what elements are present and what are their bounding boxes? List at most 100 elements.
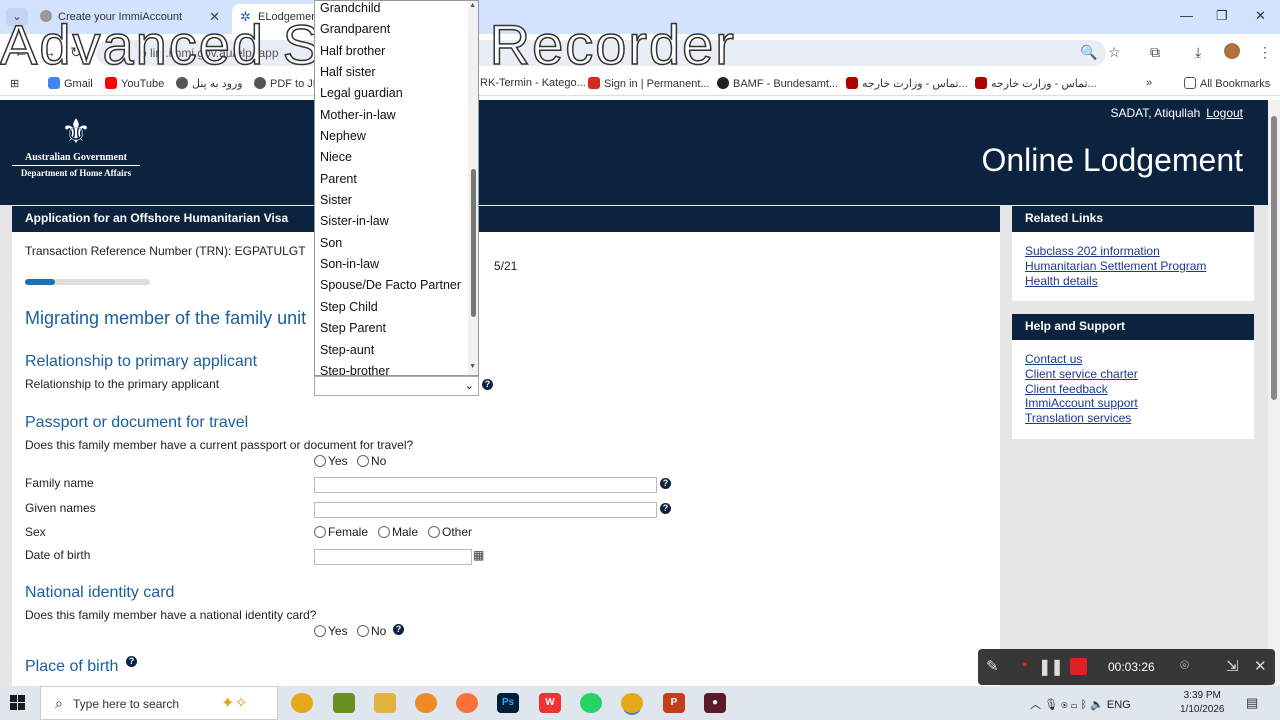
microphone-icon[interactable]: 🎙	[1044, 699, 1058, 711]
sex-other-radio[interactable]: Other	[428, 525, 472, 539]
camera-icon[interactable]: ⌾	[1180, 657, 1189, 674]
network-icon[interactable]: ◉	[1061, 699, 1068, 711]
passport-yes-radio[interactable]: Yes	[314, 454, 348, 468]
nid-no-radio[interactable]: No	[357, 624, 386, 638]
avatar[interactable]	[1224, 43, 1240, 59]
link-humanitarian-settlement[interactable]: Humanitarian Settlement Program	[1025, 259, 1241, 274]
forward-icon[interactable]: →	[42, 44, 56, 60]
help-icon[interactable]: ?	[482, 379, 493, 390]
bookmark-mfa-1[interactable]: تماس - وزارت خارجه...	[846, 77, 968, 90]
zoom-icon[interactable]: 🔍	[1080, 44, 1097, 61]
chrome-active-icon[interactable]	[621, 693, 643, 713]
extensions-icon[interactable]: ⧉	[1150, 44, 1160, 61]
dropdown-option[interactable]: Nephew	[315, 129, 478, 150]
link-client-feedback[interactable]: Client feedback	[1025, 382, 1241, 397]
taskbar-search-input[interactable]: ⌕ Type here to search ✦✧	[40, 686, 278, 720]
notification-icon[interactable]: ▤	[1246, 695, 1258, 711]
scroll-down-icon[interactable]: ▼	[469, 363, 476, 370]
bookmark-panel[interactable]: ورود به پنل	[176, 77, 243, 90]
battery-icon[interactable]: ▭	[1071, 699, 1078, 711]
back-icon[interactable]: ←	[14, 44, 28, 60]
scroll-up-icon[interactable]: ▲	[469, 2, 476, 9]
relationship-select[interactable]: ⌄	[314, 376, 479, 396]
photoshop-icon[interactable]: Ps	[497, 693, 519, 713]
help-icon[interactable]: ?	[126, 656, 137, 667]
reload-icon[interactable]: ↻	[70, 44, 82, 61]
page-scrollbar[interactable]	[1268, 100, 1280, 688]
dropdown-option[interactable]: Step Child	[315, 300, 478, 321]
dob-field[interactable]	[314, 549, 472, 565]
dropdown-option[interactable]: Grandparent	[315, 22, 478, 43]
calendar-icon[interactable]: ▦	[473, 548, 484, 562]
download-icon[interactable]: ⤓	[1195, 44, 1201, 61]
language-indicator[interactable]: ENG	[1107, 699, 1131, 711]
menu-icon[interactable]: ⋮	[1258, 44, 1272, 61]
dropdown-option[interactable]: Son	[315, 236, 478, 257]
apps-icon[interactable]: ⊞	[10, 77, 19, 90]
sex-female-radio[interactable]: Female	[314, 525, 368, 539]
star-icon[interactable]: ☆	[1108, 44, 1121, 61]
close-window-icon[interactable]: ✕	[1255, 8, 1266, 24]
wps-icon[interactable]: W	[539, 693, 561, 713]
link-client-service-charter[interactable]: Client service charter	[1025, 367, 1241, 382]
windows-start-icon[interactable]	[10, 695, 26, 711]
dropdown-option[interactable]: Step-brother	[315, 364, 478, 375]
relationship-dropdown-list[interactable]: Grandchild Grandparent Half brother Half si…	[314, 0, 479, 376]
stop-icon[interactable]	[1070, 658, 1087, 675]
dropdown-scrollbar[interactable]: ▲ ▼	[468, 1, 478, 375]
chevron-up-icon[interactable]: ︿	[1030, 699, 1041, 711]
nid-yes-radio[interactable]: Yes	[314, 624, 348, 638]
chrome-icon[interactable]	[291, 693, 313, 713]
logout-link[interactable]: Logout	[1206, 106, 1243, 120]
bookmark-all-bookmarks[interactable]: All Bookmarks	[1184, 77, 1270, 90]
help-icon[interactable]: ?	[660, 478, 671, 489]
help-icon[interactable]: ?	[660, 503, 671, 514]
app-icon[interactable]	[415, 693, 437, 713]
dropdown-option[interactable]: Sister	[315, 193, 478, 214]
tab-create-immiaccount[interactable]: Create your ImmiAccount ✕	[32, 4, 228, 34]
dropdown-option[interactable]: Step-aunt	[315, 343, 478, 364]
dropdown-option[interactable]: Mother-in-law	[315, 108, 478, 129]
bookmark-pdf-to-jp[interactable]: PDF to JP	[254, 77, 320, 90]
firefox-icon[interactable]	[456, 693, 478, 713]
close-icon[interactable]: ✕	[1254, 657, 1267, 675]
dropdown-option[interactable]: Grandchild	[315, 1, 478, 22]
bookmark-permanent[interactable]: Sign in | Permanent...	[588, 77, 710, 90]
dropdown-option[interactable]: Step Parent	[315, 321, 478, 342]
minimize-icon[interactable]: —	[1180, 8, 1193, 23]
recorder-app-icon[interactable]: ●	[704, 693, 726, 713]
given-names-field[interactable]	[314, 502, 657, 518]
link-health-details[interactable]: Health details	[1025, 274, 1241, 289]
volume-icon[interactable]: 🔈	[1090, 699, 1104, 711]
bookmark-bamf[interactable]: BAMF - Bundesamt...	[717, 77, 838, 90]
app-icon[interactable]	[333, 693, 355, 713]
sex-male-radio[interactable]: Male	[378, 525, 418, 539]
bookmark-rk-termin[interactable]: RK-Termin - Katego...	[480, 77, 586, 89]
passport-no-radio[interactable]: No	[357, 454, 386, 468]
pause-icon[interactable]: ❚❚	[1038, 657, 1064, 677]
dropdown-option[interactable]: Half sister	[315, 65, 478, 86]
dropdown-option[interactable]: Sister-in-law	[315, 214, 478, 235]
link-translation-services[interactable]: Translation services	[1025, 411, 1241, 426]
powerpoint-icon[interactable]: P	[663, 693, 685, 713]
whatsapp-icon[interactable]	[580, 693, 602, 713]
dropdown-option[interactable]: Half brother	[315, 44, 478, 65]
restore-icon[interactable]: ❐	[1216, 8, 1228, 24]
dropdown-option[interactable]: Legal guardian	[315, 86, 478, 107]
dropdown-option[interactable]: Niece	[315, 150, 478, 171]
link-subclass-202[interactable]: Subclass 202 information	[1025, 244, 1241, 259]
help-icon[interactable]: ?	[393, 624, 404, 635]
tab-elodgement[interactable]: ✲ ELodgement	[232, 4, 322, 34]
clock[interactable]: 3:39 PM 1/10/2026	[1180, 689, 1225, 717]
link-immiaccount-support[interactable]: ImmiAccount support	[1025, 396, 1241, 411]
url-input[interactable]: o lin .immi.gov.au/elp/ app	[96, 40, 1106, 66]
link-contact-us[interactable]: Contact us	[1025, 352, 1241, 367]
dropdown-option[interactable]: Spouse/De Facto Partner	[315, 278, 478, 299]
scrollbar-thumb[interactable]	[1271, 116, 1277, 400]
collapse-icon[interactable]: ⇲	[1226, 657, 1239, 675]
bookmark-youtube[interactable]: YouTube	[105, 77, 164, 90]
family-name-field[interactable]	[314, 477, 657, 493]
dropdown-option[interactable]: Son-in-law	[315, 257, 478, 278]
bookmark-gmail[interactable]: Gmail	[48, 77, 93, 90]
pen-icon[interactable]: ✎	[986, 657, 999, 675]
